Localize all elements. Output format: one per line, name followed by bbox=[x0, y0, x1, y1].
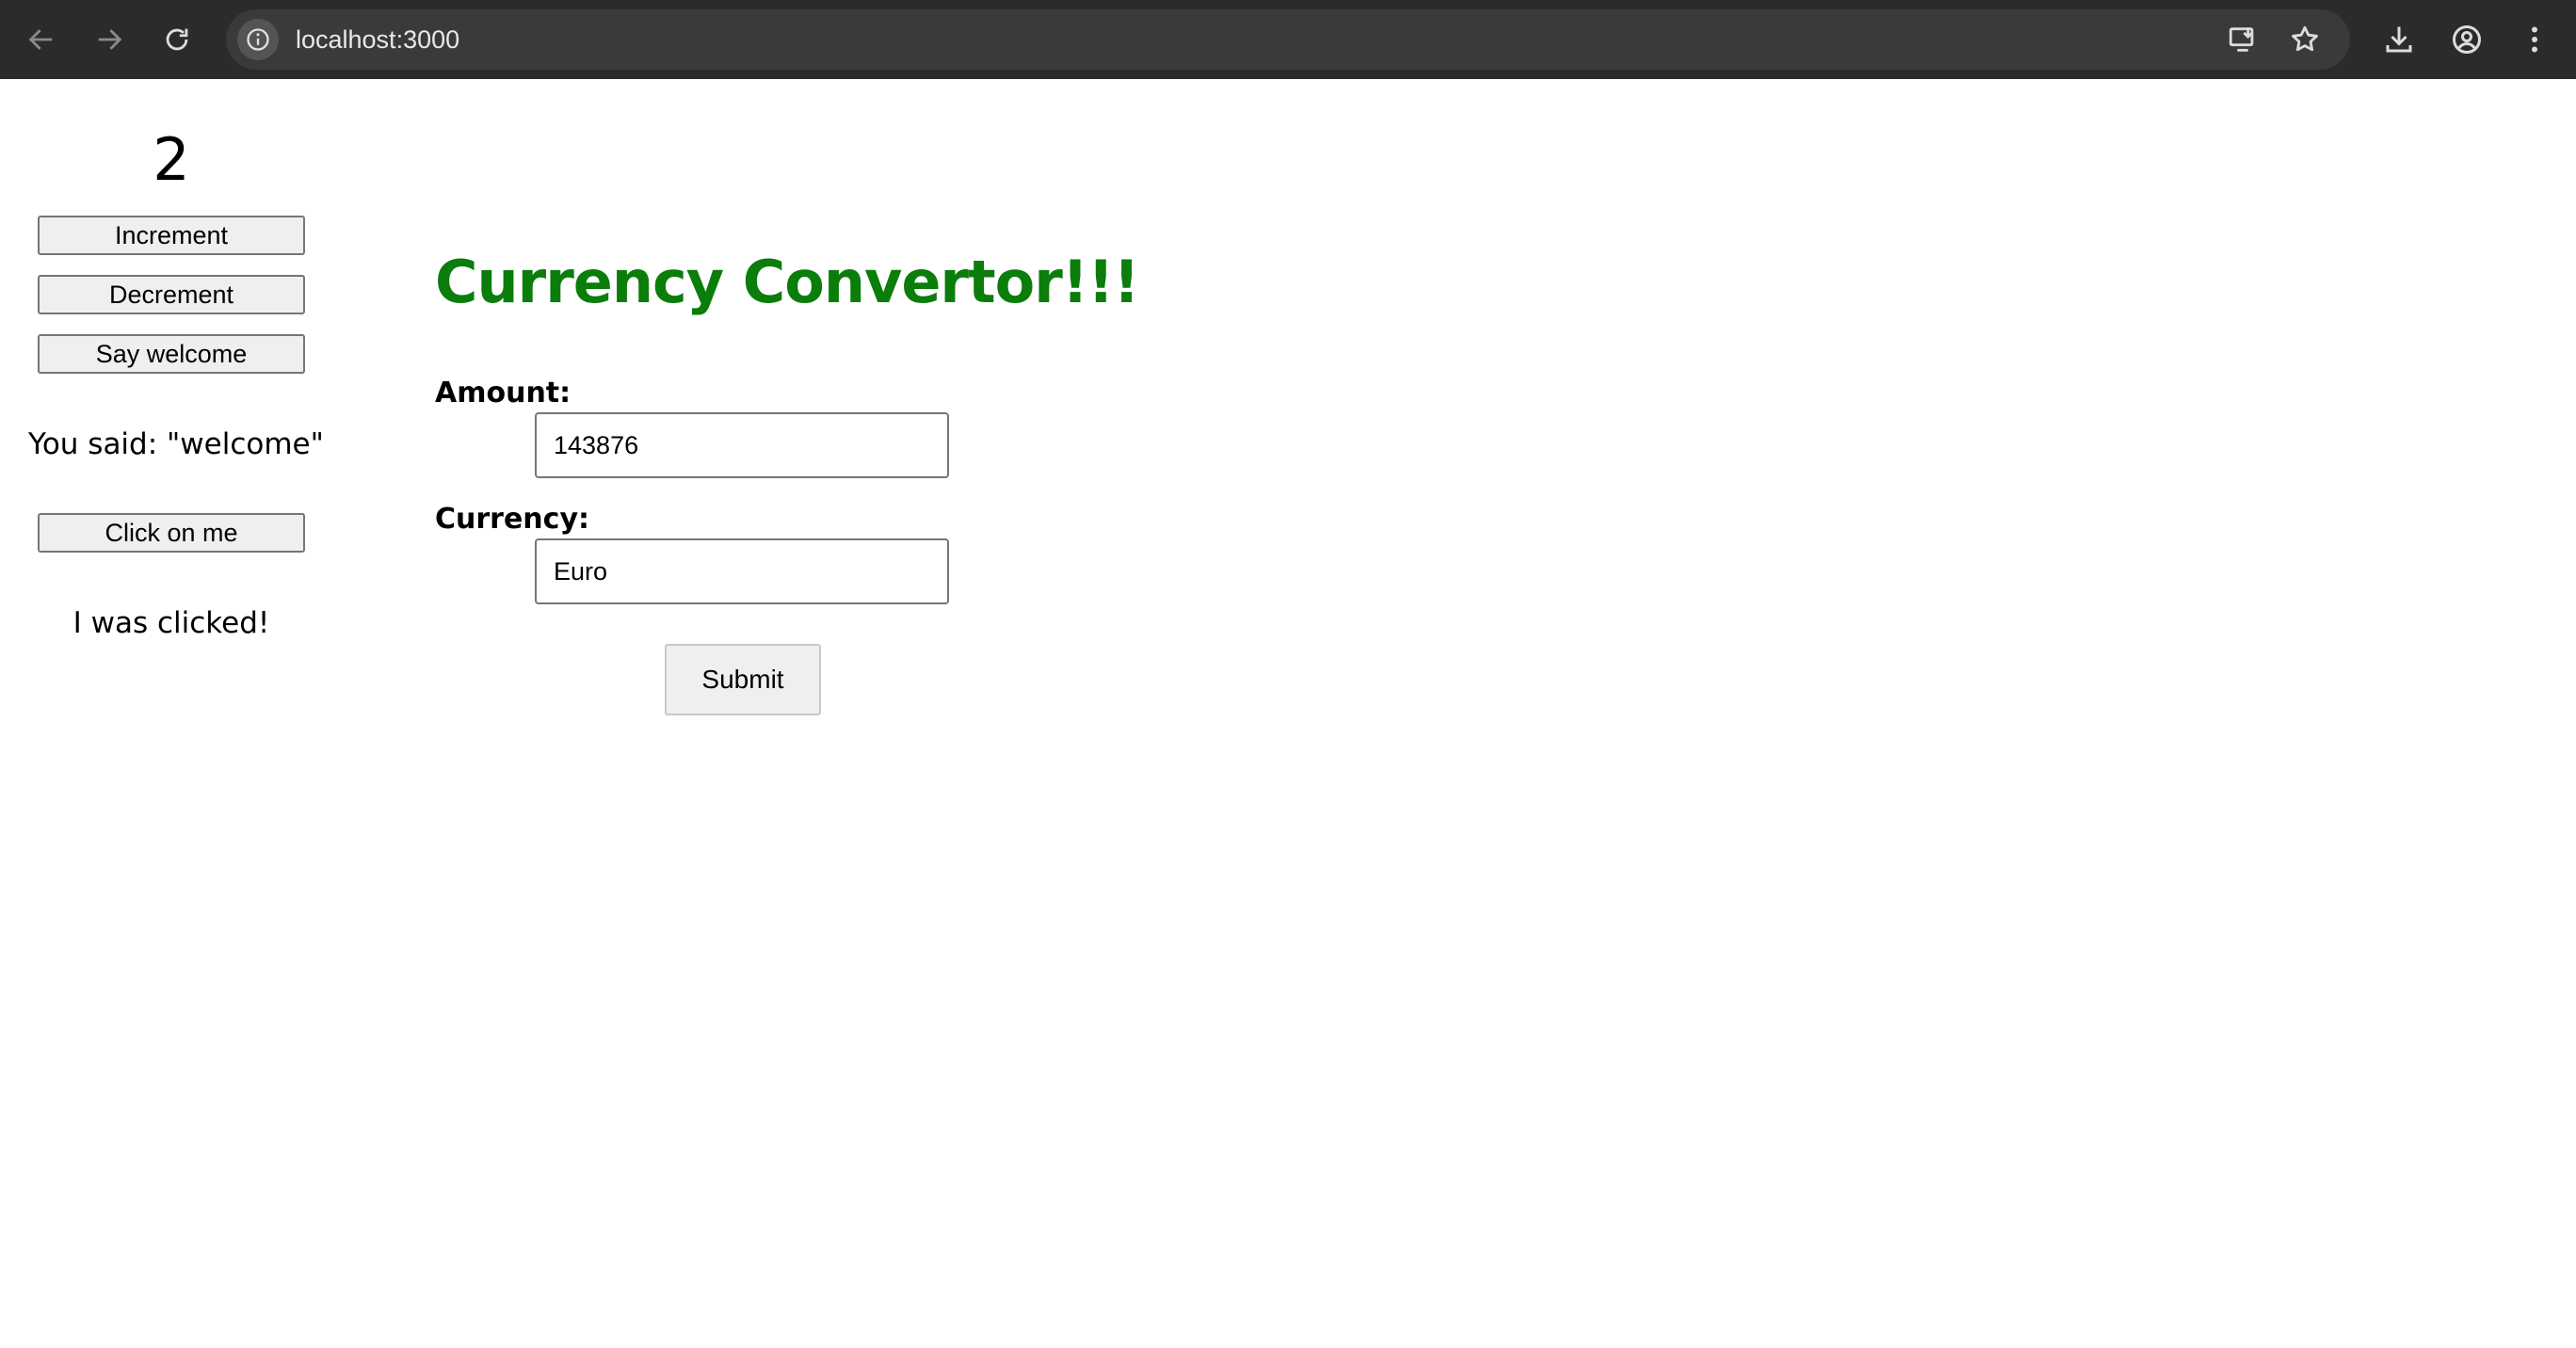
kebab-menu-icon[interactable] bbox=[2510, 15, 2559, 64]
clicked-message: I was clicked! bbox=[72, 606, 270, 640]
click-on-me-button[interactable]: Click on me bbox=[38, 513, 305, 553]
star-icon[interactable] bbox=[2286, 21, 2324, 58]
page-title: Currency Convertor!!! bbox=[435, 248, 1140, 316]
said-message: You said: "welcome" bbox=[28, 427, 324, 461]
currency-label: Currency: bbox=[435, 503, 590, 536]
download-icon[interactable] bbox=[2375, 15, 2423, 64]
profile-icon[interactable] bbox=[2442, 15, 2491, 64]
currency-input[interactable] bbox=[535, 538, 949, 604]
url-text[interactable]: localhost:3000 bbox=[296, 23, 459, 56]
reload-icon[interactable] bbox=[154, 17, 200, 62]
amount-label: Amount: bbox=[435, 377, 572, 409]
counter-value: 2 bbox=[153, 125, 190, 194]
arrow-right-icon[interactable] bbox=[87, 17, 132, 62]
decrement-button[interactable]: Decrement bbox=[38, 275, 305, 314]
amount-input[interactable] bbox=[535, 412, 949, 478]
install-app-icon[interactable] bbox=[2224, 21, 2262, 58]
increment-button[interactable]: Increment bbox=[38, 216, 305, 255]
submit-button[interactable]: Submit bbox=[665, 644, 821, 715]
address-bar[interactable]: localhost:3000 bbox=[226, 9, 2350, 70]
info-icon[interactable] bbox=[237, 19, 279, 60]
browser-toolbar: localhost:3000 bbox=[0, 0, 2576, 79]
arrow-left-icon[interactable] bbox=[19, 17, 64, 62]
say-welcome-button[interactable]: Say welcome bbox=[38, 334, 305, 374]
